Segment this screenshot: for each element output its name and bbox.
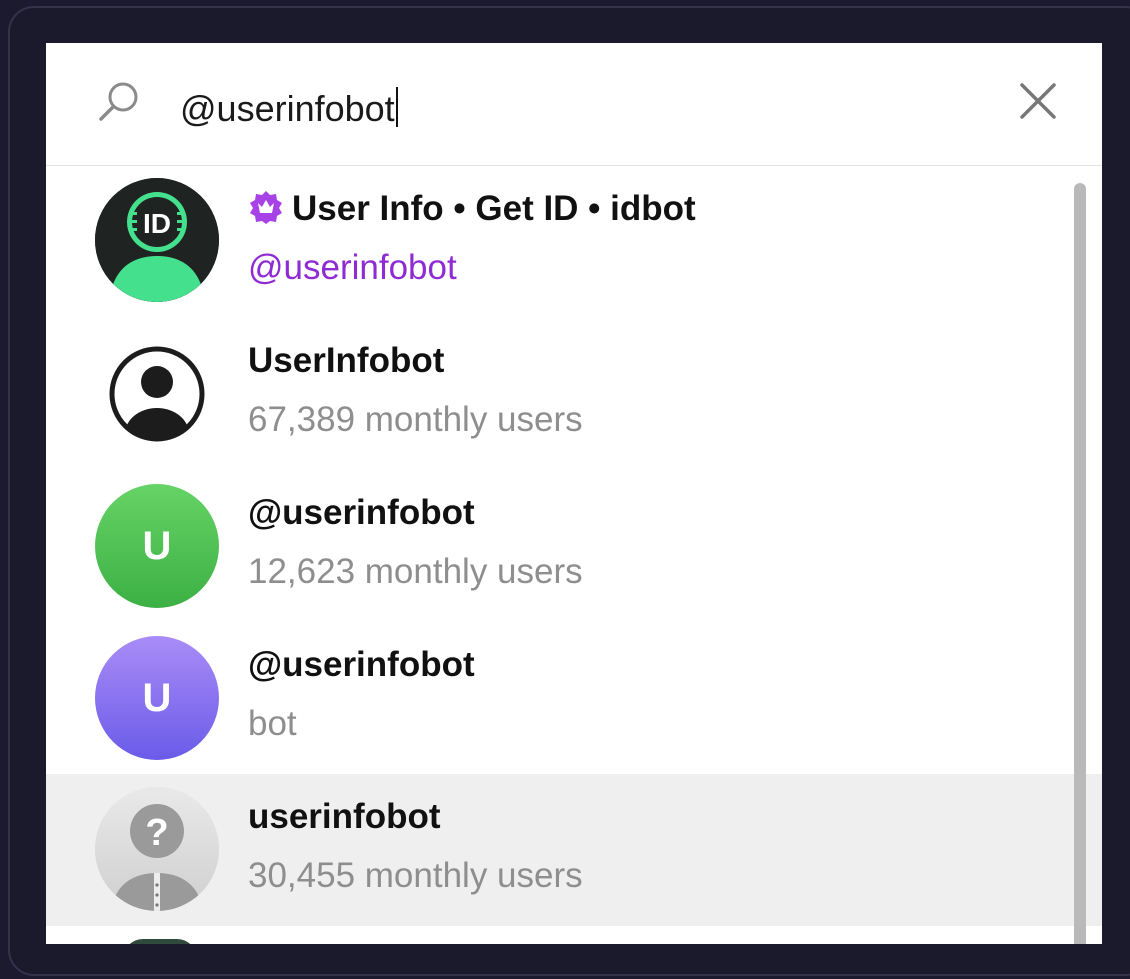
result-title: @userinfobot (248, 493, 475, 532)
avatar-letter: U (142, 523, 172, 568)
id-bot-avatar-art: ID (95, 178, 219, 302)
result-title: userinfobot (248, 797, 441, 836)
verified-badge-icon (250, 191, 282, 224)
result-row-user-info-bot[interactable]: ID User Info • Get ID • idbot @userinfob… (46, 166, 1102, 318)
result-row-userinfobot-1[interactable]: UserInfobot 67,389 monthly users (46, 318, 1102, 470)
search-results-list: ID User Info • Get ID • idbot @userinfob… (46, 166, 1102, 944)
result-row-userinfobot-3[interactable]: U @userinfobot bot (46, 622, 1102, 774)
unknown-user-avatar: ? (95, 787, 219, 911)
result-subtitle: bot (248, 704, 297, 743)
search-query: @userinfobot (180, 88, 395, 129)
search-icon (99, 82, 138, 121)
user-outline-avatar (95, 332, 219, 456)
result-row-userinfobot-4[interactable]: ? userinfobot 30,455 monthly users (46, 774, 1102, 926)
search-input[interactable]: @userinfobot (180, 87, 398, 130)
avatar-letter: U (142, 675, 172, 720)
id-bot-avatar: ID (95, 178, 219, 302)
letter-avatar-purple: U (95, 636, 219, 760)
user-outline-icon (109, 346, 205, 442)
close-icon[interactable] (1016, 79, 1060, 123)
svg-text:ID: ID (143, 208, 171, 239)
unknown-user-icon: ? (95, 787, 219, 911)
text-caret (395, 87, 398, 127)
search-panel: @userinfobot ID User Info • Get ID • idb… (46, 43, 1102, 944)
result-title: @userinfobot (248, 645, 475, 684)
search-bar: @userinfobot (46, 43, 1102, 166)
result-title: UserInfobot (248, 341, 445, 380)
results-scrollbar[interactable] (1074, 183, 1086, 944)
result-subtitle: 67,389 monthly users (248, 400, 583, 439)
result-row-userinfobot-2[interactable]: U @userinfobot 12,623 monthly users (46, 470, 1102, 622)
result-username: @userinfobot (248, 248, 457, 287)
result-title-text: User Info • Get ID • idbot (292, 189, 696, 228)
result-title: User Info • Get ID • idbot (248, 189, 696, 229)
letter-avatar-green: U (95, 484, 219, 608)
result-subtitle: 12,623 monthly users (248, 552, 583, 591)
svg-text:?: ? (145, 812, 168, 854)
result-subtitle: 30,455 monthly users (248, 856, 583, 895)
